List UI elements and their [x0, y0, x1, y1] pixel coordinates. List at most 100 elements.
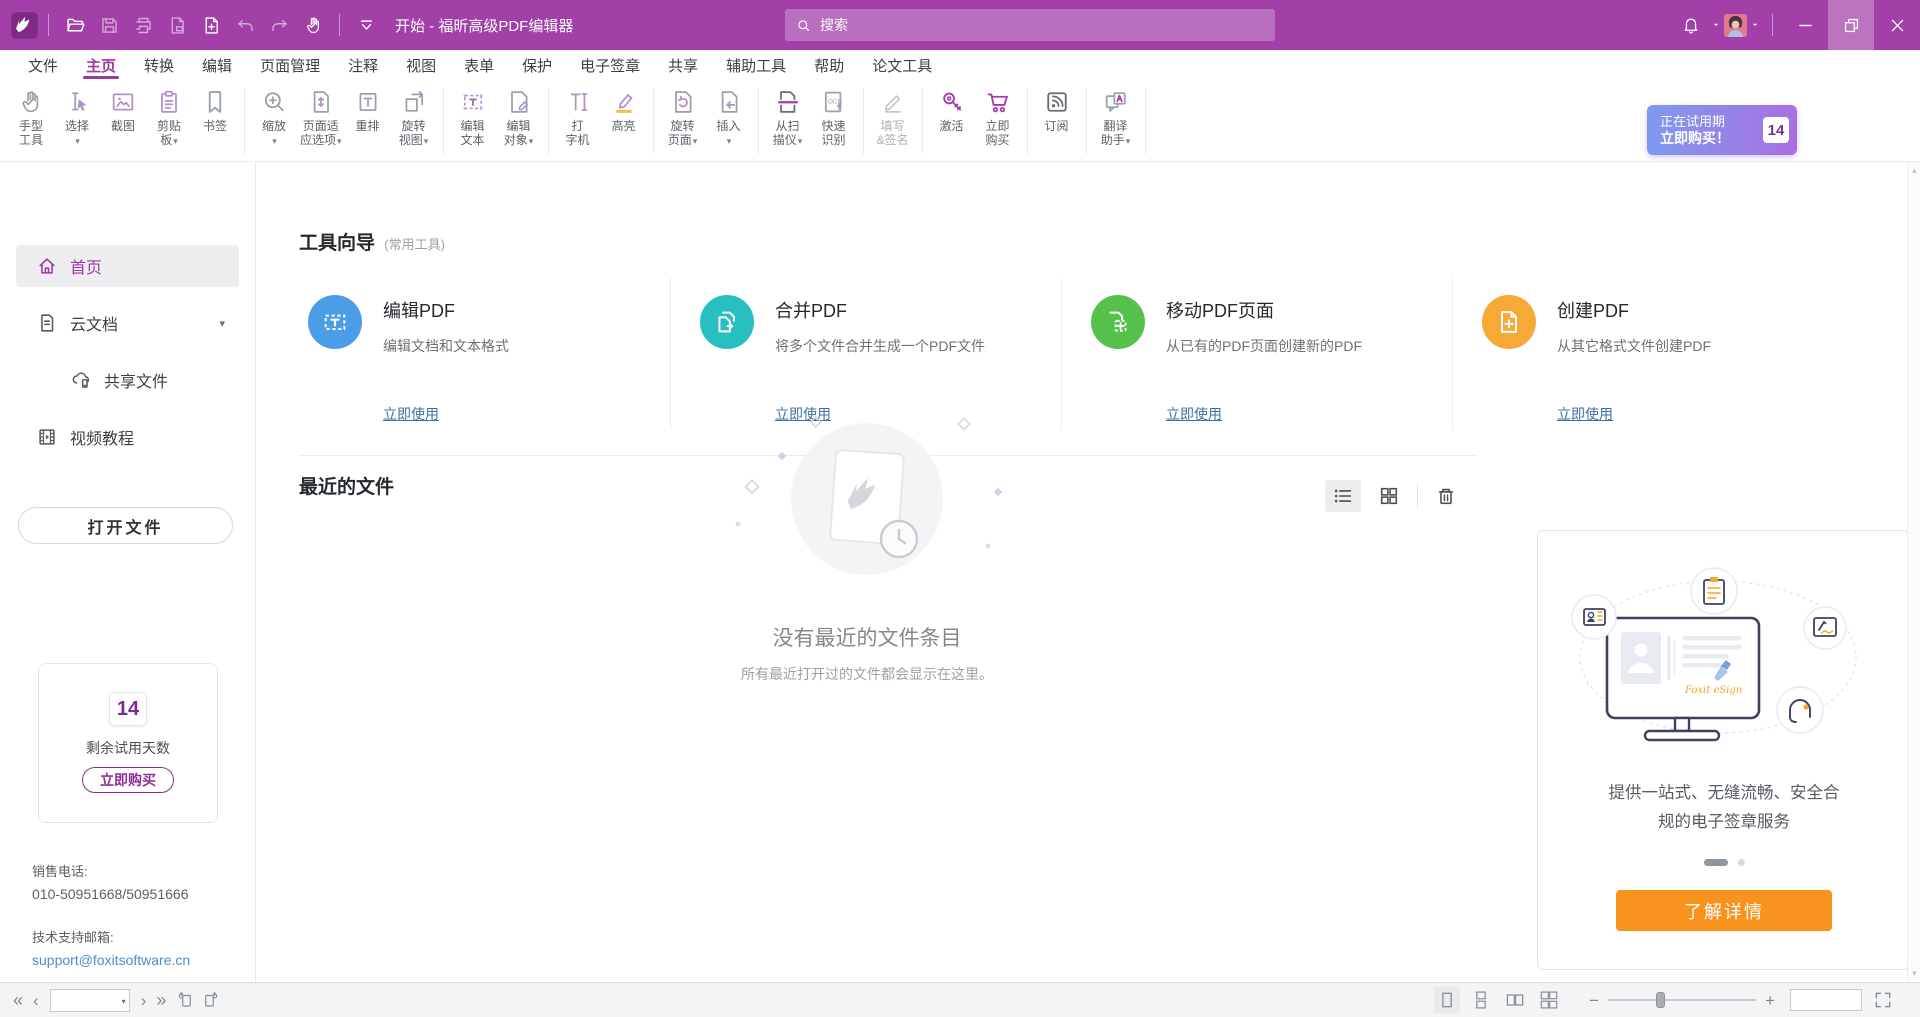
tool-card[interactable]: 移动PDF页面 从已有的PDF页面创建新的PDF 立即使用 [1061, 278, 1452, 430]
support-email-link[interactable]: support@foxitsoftware.cn [32, 952, 190, 968]
ribbon-tool[interactable]: 打 字机 [555, 86, 601, 147]
menu-item[interactable]: 共享 [654, 50, 712, 80]
first-page-button[interactable]: « [8, 991, 28, 1009]
account-caret-icon[interactable] [1747, 0, 1763, 50]
ribbon-tool[interactable]: 从扫 描仪 [765, 86, 811, 148]
clear-recent-button[interactable] [1428, 480, 1464, 512]
ribbon-tool[interactable]: 填写 &签名 [870, 86, 916, 147]
menu-item-label: 注释 [348, 55, 378, 76]
page-number-input[interactable] [50, 989, 130, 1012]
carousel-dot[interactable] [1738, 859, 1745, 866]
menu-item[interactable]: 文件 [14, 50, 72, 80]
zoom-out-button[interactable]: − [1584, 992, 1604, 1009]
sidebar-item[interactable]: 首页 ▾ [16, 245, 239, 287]
content-scrollbar[interactable]: ▲ ▼ [1907, 162, 1920, 982]
ribbon-tool[interactable]: 编辑 对象 [496, 86, 542, 148]
svg-text:Foxit eSign: Foxit eSign [1684, 685, 1742, 696]
tool-card[interactable]: 合并PDF 将多个文件合并生成一个PDF文件 立即使用 [670, 278, 1061, 430]
menu-item[interactable]: 视图 [392, 50, 450, 80]
menu-item[interactable]: 编辑 [188, 50, 246, 80]
notifications-caret-icon[interactable] [1708, 0, 1724, 50]
sidebar-item[interactable]: 共享文件 ▾ [16, 359, 239, 401]
menu-item[interactable]: 表单 [450, 50, 508, 80]
menu-item[interactable]: 主页 [72, 50, 130, 80]
close-button[interactable] [1874, 0, 1920, 50]
ribbon-tool[interactable]: 插入 [706, 86, 752, 148]
zoom-in-button[interactable]: + [1760, 992, 1780, 1009]
foxit-logo-icon[interactable] [10, 11, 39, 40]
carousel-dot-active[interactable] [1704, 859, 1728, 866]
ribbon-tool[interactable]: 手型 工具 [8, 86, 54, 147]
ribbon-tool[interactable]: 页面适 应选项 [297, 86, 345, 148]
use-now-link[interactable]: 立即使用 [1166, 404, 1222, 424]
facing-view-button[interactable] [1502, 987, 1528, 1013]
ribbon-tool[interactable]: 立即 购买 [975, 86, 1021, 147]
minimize-button[interactable] [1782, 0, 1828, 50]
statusbar: « ‹ ▾ › » − + [0, 982, 1920, 1017]
fullscreen-button[interactable] [1870, 987, 1896, 1013]
learn-more-button[interactable]: 了解详情 [1616, 890, 1832, 931]
sidebar-item[interactable]: 云文档 ▾ [16, 302, 239, 344]
ribbon-tool[interactable]: 剪贴 板 [146, 86, 192, 148]
menu-item[interactable]: 电子签章 [566, 50, 654, 80]
scroll-up-icon[interactable]: ▲ [1908, 166, 1920, 175]
buy-now-button[interactable]: 立即购买 [82, 767, 174, 793]
ribbon-tool[interactable]: 选择 [54, 86, 100, 148]
trial-banner[interactable]: 正在试用期 立即购买！ 14 [1647, 105, 1797, 155]
ribbon-tool[interactable]: 缩放 [251, 86, 297, 148]
ribbon-tool[interactable]: OCR 快速 识别 [811, 86, 857, 147]
scroll-down-icon[interactable]: ▼ [1908, 969, 1920, 978]
zoom-slider-thumb[interactable] [1656, 992, 1665, 1008]
search-input[interactable] [820, 17, 1265, 33]
continuous-facing-view-button[interactable] [1536, 987, 1562, 1013]
ribbon-tool[interactable]: 订阅 [1034, 86, 1080, 133]
zoom-slider[interactable] [1608, 988, 1756, 1012]
undo-button[interactable] [228, 8, 262, 42]
menu-item[interactable]: 辅助工具 [712, 50, 800, 80]
menu-item[interactable]: 注释 [334, 50, 392, 80]
tool-card[interactable]: 创建PDF 从其它格式文件创建PDF 立即使用 [1452, 278, 1843, 430]
redo-button[interactable] [262, 8, 296, 42]
open-button[interactable] [58, 8, 92, 42]
use-now-link[interactable]: 立即使用 [1557, 404, 1613, 424]
restore-button[interactable] [1828, 0, 1874, 50]
ribbon-tool[interactable]: 重排 [345, 86, 391, 133]
open-file-button[interactable]: 打开文件 [18, 507, 233, 544]
last-page-button[interactable]: » [151, 991, 171, 1009]
ribbon-tool[interactable]: 书签 [192, 86, 238, 133]
use-now-link[interactable]: 立即使用 [383, 404, 439, 424]
next-page-button[interactable]: › [136, 992, 152, 1009]
menu-item[interactable]: 论文工具 [858, 50, 946, 80]
single-page-view-button[interactable] [1434, 987, 1460, 1013]
ribbon-tool[interactable]: 编辑 文本 [450, 86, 496, 147]
ribbon-tool[interactable]: 高亮 [601, 86, 647, 133]
user-avatar[interactable] [1724, 14, 1747, 37]
notifications-button[interactable] [1674, 0, 1708, 50]
ribbon-tool[interactable]: 翻译 助手 [1093, 86, 1139, 148]
list-view-button[interactable] [1325, 480, 1361, 512]
rotate-right-button[interactable] [199, 988, 223, 1012]
zoom-value-box[interactable] [1790, 989, 1862, 1011]
tool-card[interactable]: 编辑PDF 编辑文档和文本格式 立即使用 [279, 278, 670, 430]
menu-item[interactable]: 保护 [508, 50, 566, 80]
sidebar-item[interactable]: 视频教程 ▾ [16, 416, 239, 458]
collapse-ribbon-button[interactable] [349, 8, 383, 42]
grid-view-button[interactable] [1371, 480, 1407, 512]
export-page-button[interactable] [160, 8, 194, 42]
menu-item[interactable]: 帮助 [800, 50, 858, 80]
menu-item[interactable]: 页面管理 [246, 50, 334, 80]
prev-page-button[interactable]: ‹ [28, 992, 44, 1009]
ribbon-tool[interactable]: 截图 [100, 86, 146, 133]
new-document-button[interactable] [194, 8, 228, 42]
hand-tool-quick-button[interactable] [296, 8, 330, 42]
ribbon-tool[interactable]: 旋转 视图 [391, 86, 437, 148]
save-button[interactable] [92, 8, 126, 42]
print-button[interactable] [126, 8, 160, 42]
continuous-view-button[interactable] [1468, 987, 1494, 1013]
ribbon-tool[interactable]: 旋转 页面 [660, 86, 706, 148]
expand-caret-icon[interactable]: ▾ [219, 317, 225, 330]
ribbon-tool[interactable]: 激活 [929, 86, 975, 133]
rotate-left-button[interactable] [173, 988, 197, 1012]
menu-item[interactable]: 转换 [130, 50, 188, 80]
search-box[interactable] [785, 9, 1275, 41]
